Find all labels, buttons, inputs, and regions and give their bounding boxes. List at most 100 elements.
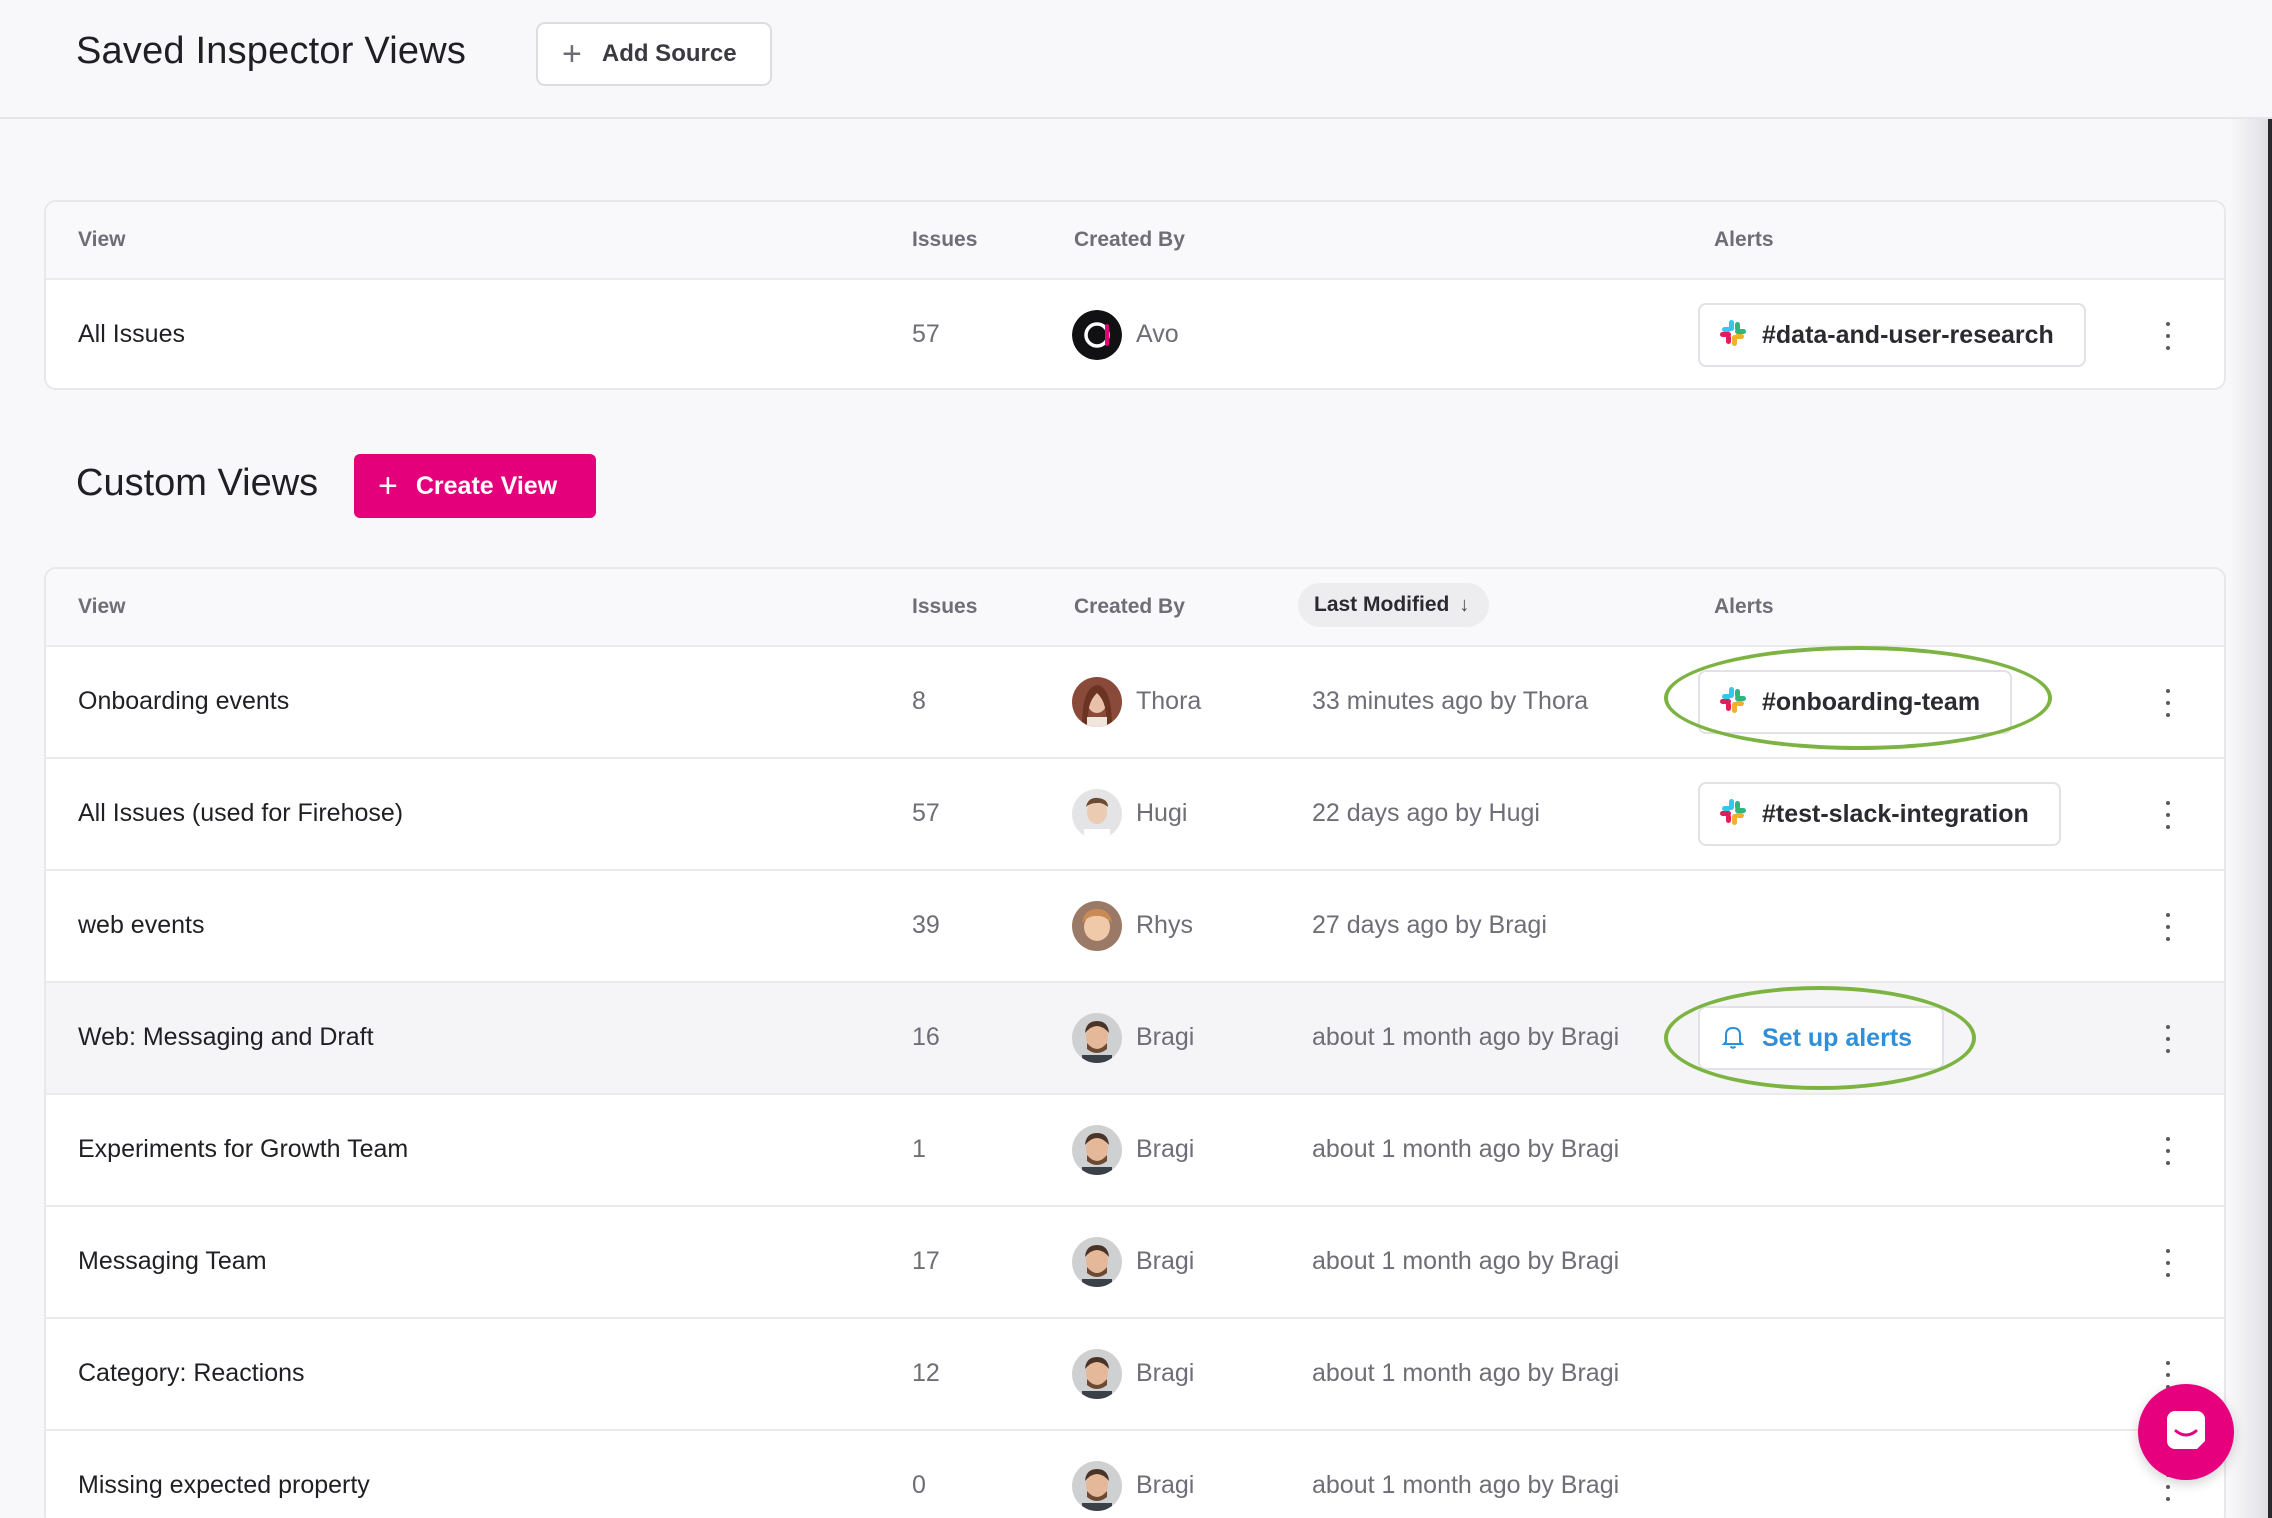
creator-name: Hugi [1136, 799, 1188, 827]
creator-name: Bragi [1136, 1471, 1195, 1499]
alert-channel-label: #test-slack-integration [1762, 799, 2029, 828]
table-row[interactable]: Category: Reactions 12 Bragi about 1 mon… [46, 1319, 2224, 1431]
set-up-alerts-button[interactable]: Set up alerts [1698, 1006, 1945, 1070]
slack-icon [1718, 318, 1748, 353]
last-modified: about 1 month ago by Bragi [1312, 1359, 1620, 1387]
kebab-menu-icon[interactable] [2158, 1133, 2178, 1169]
column-header-created-by[interactable]: Created By [1074, 228, 1185, 252]
avatar [1072, 789, 1122, 839]
column-header-alerts: Alerts [1714, 595, 1774, 618]
creator-name: Bragi [1136, 1023, 1195, 1051]
view-name[interactable]: Messaging Team [78, 1247, 267, 1276]
slack-alert-chip[interactable]: #test-slack-integration [1698, 782, 2061, 846]
column-header-view[interactable]: View [78, 228, 125, 252]
slack-alert-chip[interactable]: #data-and-user-research [1698, 303, 2086, 367]
add-source-button[interactable]: + Add Source [536, 22, 772, 86]
issue-count: 8 [912, 687, 926, 715]
view-name[interactable]: web events [78, 911, 204, 940]
table-row[interactable]: All Issues (used for Firehose) 57 Hugi 2… [46, 759, 2224, 871]
plus-icon: + [378, 467, 398, 505]
view-name[interactable]: All Issues [78, 320, 185, 349]
table-header: View Issues Created By Alerts [46, 202, 2224, 280]
kebab-menu-icon[interactable] [2158, 797, 2178, 833]
avatar [1072, 1349, 1122, 1399]
avatar [1072, 1013, 1122, 1063]
section-title: Custom Views [76, 462, 319, 504]
last-modified: 27 days ago by Bragi [1312, 911, 1547, 939]
creator-name: Thora [1136, 687, 1202, 715]
issue-count: 17 [912, 1247, 940, 1275]
view-name[interactable]: All Issues (used for Firehose) [78, 799, 403, 828]
column-header-last-modified[interactable]: Last Modified ↓ [1298, 583, 1490, 627]
table-row[interactable]: Missing expected property 0 Bragi about … [46, 1431, 2224, 1518]
create-view-button[interactable]: + Create View [354, 454, 596, 518]
avatar [1072, 1461, 1122, 1511]
table-row[interactable]: All Issues 57 Avo #data-and-user-researc… [46, 280, 2224, 388]
issue-count: 57 [912, 320, 940, 348]
column-header-issues[interactable]: Issues [912, 228, 977, 252]
alert-channel-label: #data-and-user-research [1762, 320, 2054, 349]
window-edge-shadow [2230, 0, 2272, 1518]
plus-icon: + [562, 35, 582, 73]
column-header-alerts: Alerts [1714, 228, 1774, 251]
column-header-view[interactable]: View [78, 595, 125, 619]
chat-launcher-button[interactable] [2138, 1384, 2234, 1480]
slack-icon [1718, 685, 1748, 720]
page-header: Saved Inspector Views + Add Source [0, 0, 2272, 119]
last-modified-label: Last Modified [1314, 593, 1450, 616]
set-up-alerts-label: Set up alerts [1762, 1023, 1913, 1052]
table-row[interactable]: web events 39 Rhys 27 days ago by Bragi [46, 871, 2224, 983]
arrow-down-icon: ↓ [1459, 593, 1470, 616]
last-modified: about 1 month ago by Bragi [1312, 1135, 1620, 1163]
issue-count: 39 [912, 911, 940, 939]
kebab-menu-icon[interactable] [2158, 1021, 2178, 1057]
avatar [1072, 1237, 1122, 1287]
add-source-label: Add Source [601, 40, 737, 67]
table-header: View Issues Created By Last Modified ↓ A… [46, 569, 2224, 647]
view-name[interactable]: Experiments for Growth Team [78, 1135, 408, 1164]
last-modified: 33 minutes ago by Thora [1312, 687, 1589, 715]
alert-channel-label: #onboarding-team [1762, 687, 1981, 716]
issue-count: 0 [912, 1471, 926, 1499]
view-name[interactable]: Missing expected property [78, 1471, 370, 1500]
column-header-created-by[interactable]: Created By [1074, 595, 1185, 619]
slack-icon [1718, 797, 1748, 832]
page-title: Saved Inspector Views [76, 30, 467, 72]
avatar [1072, 901, 1122, 951]
last-modified: 22 days ago by Hugi [1312, 799, 1540, 827]
window-edge [2268, 0, 2272, 1518]
table-row[interactable]: Web: Messaging and Draft 16 Bragi about … [46, 983, 2224, 1095]
avatar [1072, 677, 1122, 727]
saved-views-table: View Issues Created By Alerts All Issues… [44, 200, 2226, 390]
view-name[interactable]: Onboarding events [78, 687, 289, 716]
kebab-menu-icon[interactable] [2158, 685, 2178, 721]
table-row[interactable]: Messaging Team 17 Bragi about 1 month ag… [46, 1207, 2224, 1319]
creator-name: Rhys [1136, 911, 1193, 939]
issue-count: 57 [912, 799, 940, 827]
bell-icon [1718, 1021, 1748, 1056]
view-name[interactable]: Web: Messaging and Draft [78, 1023, 374, 1052]
avo-logo-avatar [1072, 310, 1122, 360]
issue-count: 12 [912, 1359, 940, 1387]
kebab-menu-icon[interactable] [2158, 1245, 2178, 1281]
creator-name: Avo [1136, 320, 1179, 348]
creator-name: Bragi [1136, 1359, 1195, 1387]
column-header-issues[interactable]: Issues [912, 595, 977, 619]
view-name[interactable]: Category: Reactions [78, 1359, 305, 1388]
table-row[interactable]: Onboarding events 8 Thora 33 minutes ago… [46, 647, 2224, 759]
custom-views-table: View Issues Created By Last Modified ↓ A… [44, 567, 2226, 1518]
last-modified: about 1 month ago by Bragi [1312, 1023, 1620, 1051]
kebab-menu-icon[interactable] [2158, 318, 2178, 354]
creator-name: Bragi [1136, 1135, 1195, 1163]
slack-alert-chip[interactable]: #onboarding-team [1698, 670, 2013, 734]
issue-count: 16 [912, 1023, 940, 1051]
last-modified: about 1 month ago by Bragi [1312, 1471, 1620, 1499]
chat-icon [2163, 1407, 2209, 1458]
table-row[interactable]: Experiments for Growth Team 1 Bragi abou… [46, 1095, 2224, 1207]
kebab-menu-icon[interactable] [2158, 909, 2178, 945]
create-view-label: Create View [415, 471, 558, 500]
creator-name: Bragi [1136, 1247, 1195, 1275]
avatar [1072, 1125, 1122, 1175]
last-modified: about 1 month ago by Bragi [1312, 1247, 1620, 1275]
issue-count: 1 [912, 1135, 926, 1163]
